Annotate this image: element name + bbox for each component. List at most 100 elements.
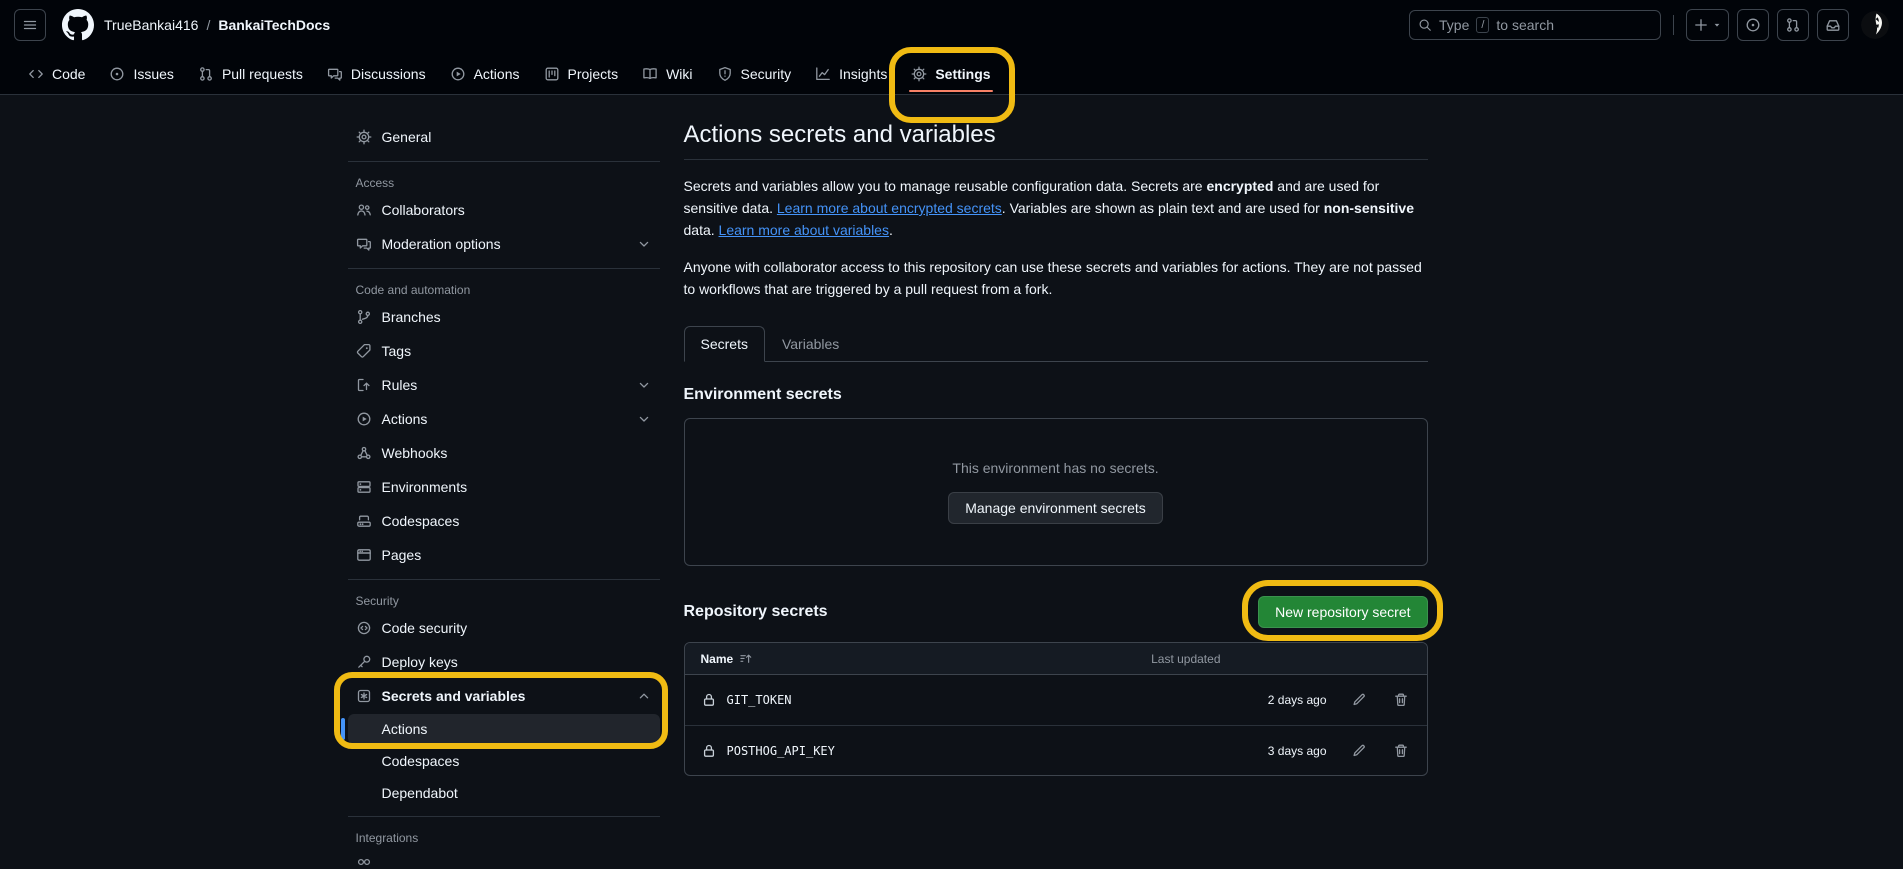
tab-pull-requests[interactable]: Pull requests xyxy=(190,53,311,95)
sidebar-item-actions[interactable]: Actions xyxy=(348,403,660,435)
sidebar-item-environments[interactable]: Environments xyxy=(348,471,660,503)
main-content: Actions secrets and variables Secrets an… xyxy=(660,121,1428,869)
tab-wiki[interactable]: Wiki xyxy=(634,53,700,95)
tab-actions[interactable]: Actions xyxy=(442,53,528,95)
environment-secrets-empty-box: This environment has no secrets. Manage … xyxy=(684,418,1428,566)
chevron-up-icon xyxy=(636,688,652,704)
sidebar-subitem-codespaces[interactable]: Codespaces xyxy=(348,746,660,776)
pencil-icon xyxy=(1351,692,1367,708)
chevron-down-icon xyxy=(636,377,652,393)
tab-insights[interactable]: Insights xyxy=(807,53,895,95)
play-icon xyxy=(356,411,372,427)
caret-down-icon xyxy=(1712,20,1722,30)
sidebar-item-webhooks[interactable]: Webhooks xyxy=(348,437,660,469)
intro-text: . xyxy=(889,222,893,238)
table-icon xyxy=(544,66,560,82)
sidebar-item-collaborators[interactable]: Collaborators xyxy=(348,194,660,226)
sidebar-subitem-dependabot[interactable]: Dependabot xyxy=(348,778,660,808)
manage-environment-secrets-button[interactable]: Manage environment secrets xyxy=(948,492,1163,524)
sidebar-item-secrets-and-variables[interactable]: Secrets and variables xyxy=(348,680,660,712)
tab-issues[interactable]: Issues xyxy=(101,53,181,95)
sidebar-item-deploy-keys[interactable]: Deploy keys xyxy=(348,646,660,678)
intro-text: data. xyxy=(684,222,719,238)
global-menu-button[interactable] xyxy=(14,9,46,41)
table-row: POSTHOG_API_KEY 3 days ago xyxy=(685,725,1427,775)
sidebar-item-general[interactable]: General xyxy=(348,121,660,153)
sidebar-divider xyxy=(348,816,660,817)
new-repository-secret-button[interactable]: New repository secret xyxy=(1258,596,1427,628)
secret-updated: 2 days ago xyxy=(1257,693,1327,707)
encrypted-bold: encrypted xyxy=(1206,178,1273,194)
breadcrumb: TrueBankai416 / BankaiTechDocs xyxy=(104,17,330,33)
code-scan-icon xyxy=(356,620,372,636)
delete-secret-button[interactable] xyxy=(1391,741,1411,761)
app-header: TrueBankai416 / BankaiTechDocs Type / to… xyxy=(0,0,1903,95)
repository-secrets-heading: Repository secrets xyxy=(684,603,828,621)
sidebar-divider xyxy=(348,161,660,162)
chevron-down-icon xyxy=(636,236,652,252)
breadcrumb-repo-link[interactable]: BankaiTechDocs xyxy=(218,17,330,33)
collaborator-paragraph: Anyone with collaborator access to this … xyxy=(684,256,1428,300)
tab-settings[interactable]: Settings xyxy=(903,53,998,95)
sidebar-item-codespaces[interactable]: Codespaces xyxy=(348,505,660,537)
comment-discussion-icon xyxy=(327,66,343,82)
tab-discussions[interactable]: Discussions xyxy=(319,53,434,95)
edit-secret-button[interactable] xyxy=(1349,690,1369,710)
search-input[interactable]: Type / to search xyxy=(1409,10,1661,40)
edit-secret-button[interactable] xyxy=(1349,741,1369,761)
trash-icon xyxy=(1393,692,1409,708)
inbox-button[interactable] xyxy=(1817,9,1849,41)
asterisk-box-icon xyxy=(356,688,372,704)
tab-code[interactable]: Code xyxy=(20,53,93,95)
issue-opened-icon xyxy=(1745,17,1761,33)
sidebar-subitem-label: Actions xyxy=(382,721,428,737)
github-logo-icon[interactable] xyxy=(62,9,94,41)
sidebar-section-security: Security xyxy=(348,588,660,612)
sidebar-item-label: Moderation options xyxy=(382,236,501,252)
new-repository-secret-label: New repository secret xyxy=(1275,604,1410,620)
sidebar-item-moderation-options[interactable]: Moderation options xyxy=(348,228,660,260)
learn-more-variables-link[interactable]: Learn more about variables xyxy=(719,222,889,238)
sidebar-item-label: Collaborators xyxy=(382,202,465,218)
delete-secret-button[interactable] xyxy=(1391,690,1411,710)
sidebar-item-rules[interactable]: Rules xyxy=(348,369,660,401)
search-placeholder-prefix: Type xyxy=(1439,17,1469,33)
sidebar-item-tags[interactable]: Tags xyxy=(348,335,660,367)
learn-more-secrets-link[interactable]: Learn more about encrypted secrets xyxy=(777,200,1002,216)
secrets-variables-tabnav: Secrets Variables xyxy=(684,326,1428,362)
pull-requests-global-button[interactable] xyxy=(1777,9,1809,41)
issue-opened-icon xyxy=(109,66,125,82)
sidebar-section-integrations: Integrations xyxy=(348,825,660,849)
trash-icon xyxy=(1393,743,1409,759)
intro-text: Secrets and variables allow you to manag… xyxy=(684,178,1207,194)
secrets-and-variables-group: Secrets and variables Actions xyxy=(348,680,660,744)
sidebar-section-access: Access xyxy=(348,170,660,194)
tab-variables[interactable]: Variables xyxy=(765,326,856,362)
tab-projects[interactable]: Projects xyxy=(536,53,627,95)
tab-security[interactable]: Security xyxy=(709,53,800,95)
sidebar-item-label: Tags xyxy=(382,343,412,359)
repo-nav: Code Issues Pull requests Discussions Ac… xyxy=(0,50,1903,95)
sidebar-subitem-actions[interactable]: Actions xyxy=(348,714,660,744)
gear-icon xyxy=(356,129,372,145)
column-name[interactable]: Name xyxy=(701,652,754,666)
breadcrumb-owner-link[interactable]: TrueBankai416 xyxy=(104,17,198,33)
avatar[interactable] xyxy=(1861,11,1889,39)
search-icon xyxy=(1418,18,1432,32)
create-new-button[interactable] xyxy=(1686,9,1729,41)
issues-global-button[interactable] xyxy=(1737,9,1769,41)
tab-secrets[interactable]: Secrets xyxy=(684,326,765,362)
header-divider xyxy=(1673,15,1674,35)
column-last-updated: Last updated xyxy=(1151,652,1220,666)
key-icon xyxy=(356,654,372,670)
sidebar-item-label: Pages xyxy=(382,547,422,563)
sidebar-item-label: Codespaces xyxy=(382,513,460,529)
sidebar-item-github-apps[interactable] xyxy=(348,849,660,869)
sidebar-item-label: Code security xyxy=(382,620,468,636)
tab-label: Actions xyxy=(474,66,520,82)
sidebar-item-label: Actions xyxy=(382,411,428,427)
sidebar-item-branches[interactable]: Branches xyxy=(348,301,660,333)
server-icon xyxy=(356,479,372,495)
sidebar-item-pages[interactable]: Pages xyxy=(348,539,660,571)
sidebar-item-code-security[interactable]: Code security xyxy=(348,612,660,644)
